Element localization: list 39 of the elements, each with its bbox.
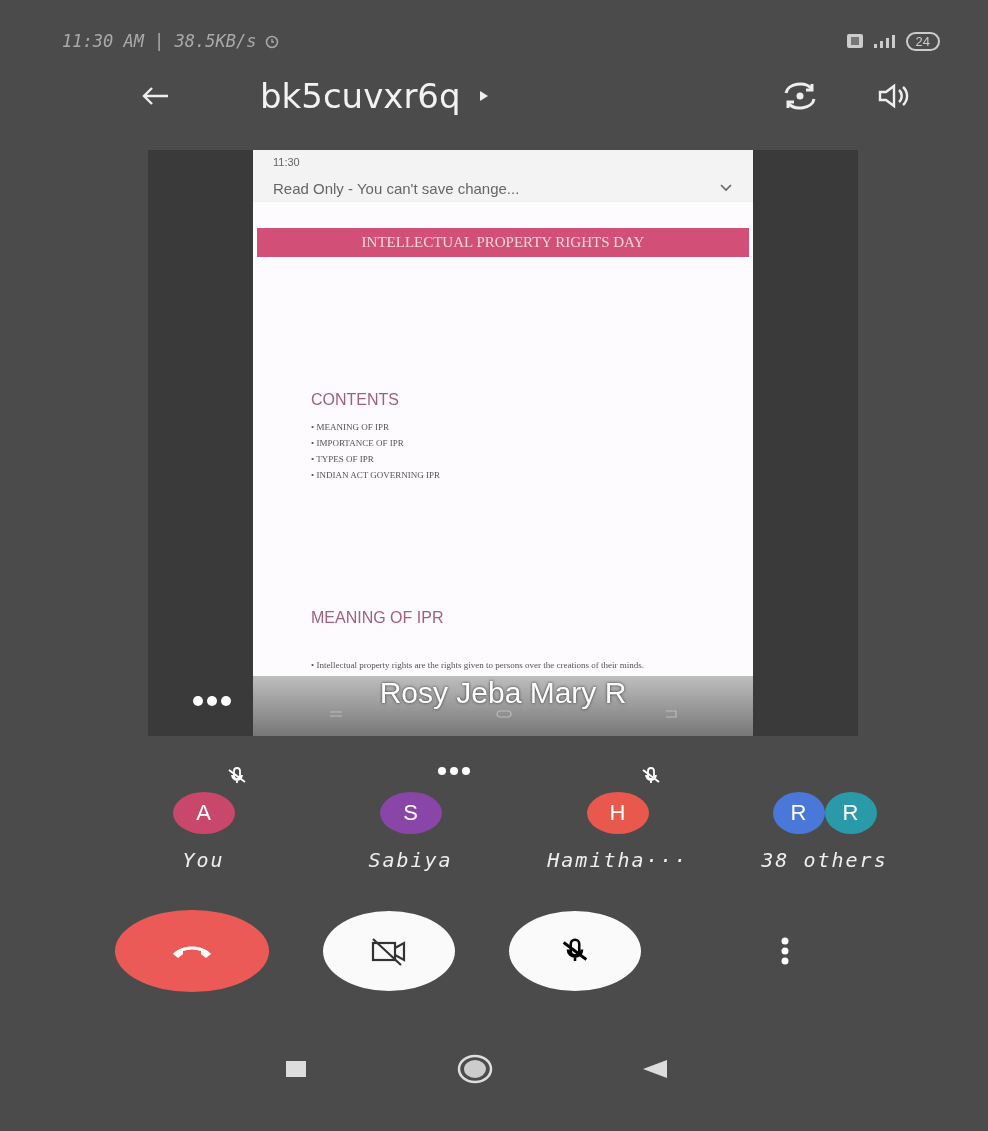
contents-heading: CONTENTS [311, 391, 400, 409]
play-triangle-icon [478, 90, 489, 102]
participant-avatar[interactable]: R [772, 792, 825, 834]
battery-level: 24 [905, 31, 940, 51]
back-triangle-icon[interactable] [642, 1059, 668, 1079]
participant-avatar[interactable]: R [824, 792, 877, 834]
menu-lines-icon [329, 710, 344, 718]
section-heading: MEANING OF IPR [311, 609, 445, 627]
more-vertical-icon[interactable] [780, 936, 790, 966]
back-arrow-icon[interactable] [140, 85, 170, 107]
recents-square-icon[interactable] [285, 1060, 307, 1078]
contents-item: • IMPORTANCE OF IPR [311, 437, 405, 450]
contents-item: • MEANING OF IPR [311, 421, 390, 434]
chevron-down-icon[interactable] [719, 183, 733, 193]
status-time: 11:30 AM | 38.5KB/s [62, 31, 257, 51]
bullet-text: • Intellectual property rights are the rights given to persons over the creations of their minds. [311, 659, 646, 672]
participant-name: Sabiya [368, 848, 453, 872]
slide-title: INTELLECTUAL PROPERTY RIGHTS DAY [257, 228, 749, 257]
participant-name: You [182, 848, 225, 872]
speaker-icon[interactable] [878, 83, 910, 109]
presenter-name: Rosy Jeba Mary R [379, 676, 627, 710]
read-only-banner-text: Read Only - You can't save change... [273, 179, 520, 197]
participant-avatar[interactable]: A [172, 792, 235, 834]
switch-camera-icon[interactable] [782, 81, 818, 111]
back-bracket-icon [664, 710, 677, 718]
inner-status-time: 11:30 [273, 156, 300, 168]
signal-icon [871, 33, 898, 49]
alarm-clock-icon [264, 33, 281, 49]
home-circle-icon[interactable] [456, 1054, 493, 1084]
more-dots-icon[interactable] [192, 695, 232, 707]
meeting-title[interactable]: bk5cuvxr6q [260, 76, 489, 116]
home-outline-icon [496, 710, 512, 718]
sim-icon [845, 33, 864, 49]
participant-avatar[interactable]: S [379, 792, 442, 834]
participant-avatar[interactable]: H [586, 792, 649, 834]
participant-name: 38 others [761, 848, 888, 872]
contents-item: • INDIAN ACT GOVERNING IPR [311, 469, 441, 482]
participant-name: Hamitha··· [547, 848, 688, 872]
contents-item: • TYPES OF IPR [311, 453, 375, 466]
